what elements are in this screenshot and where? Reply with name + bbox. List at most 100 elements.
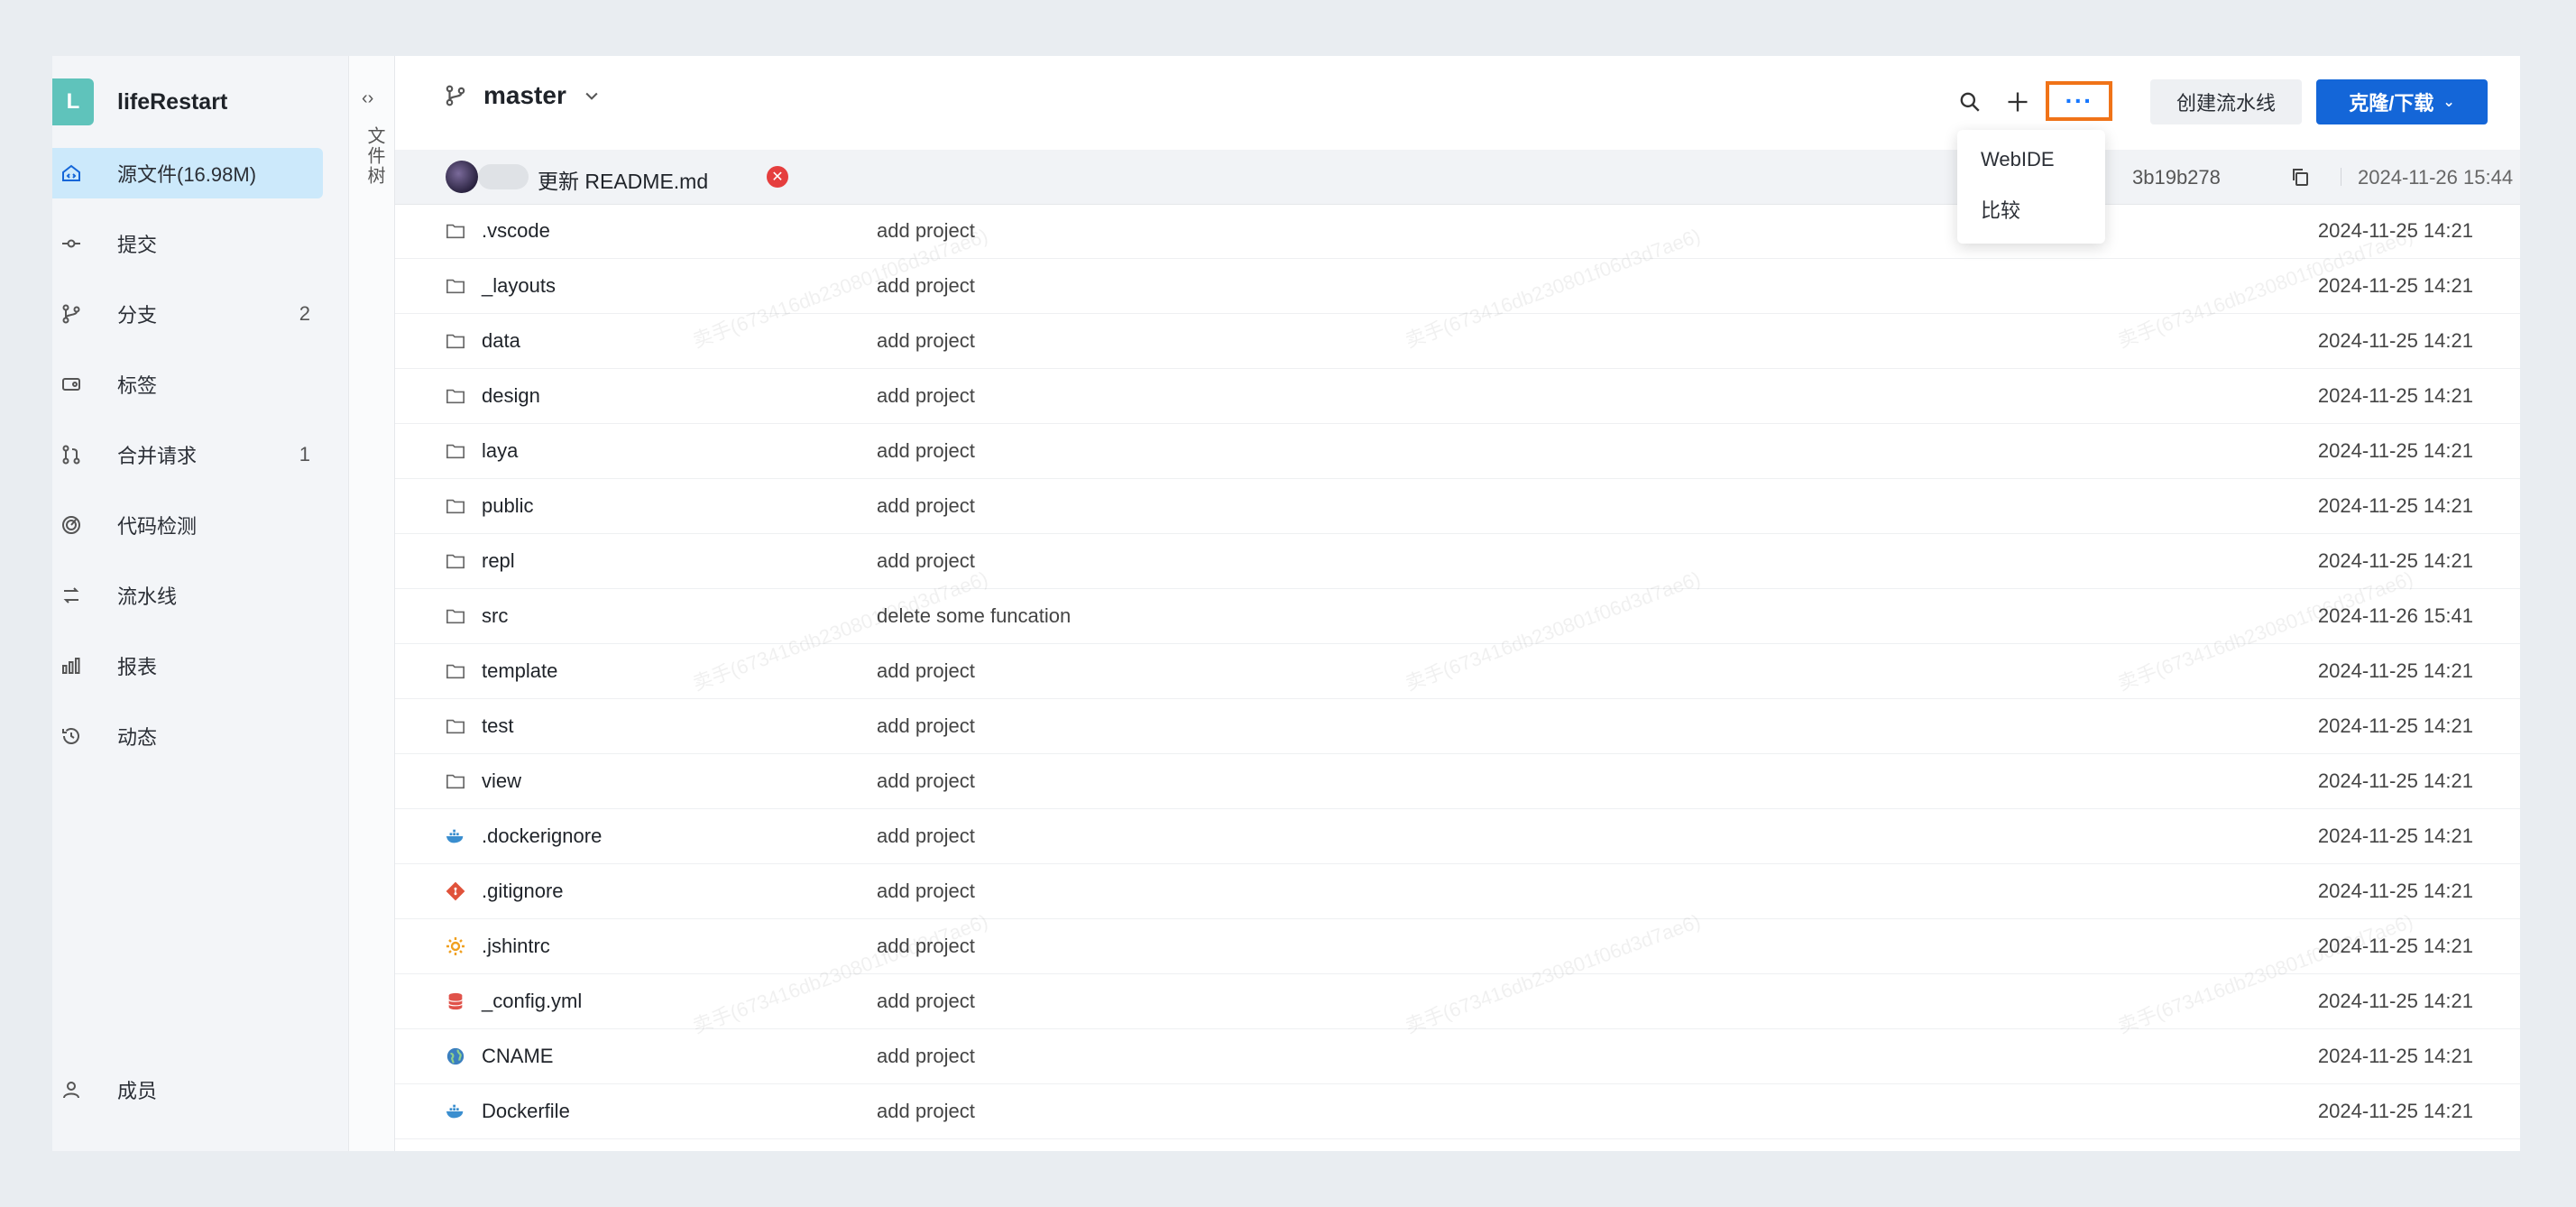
- file-name[interactable]: CNAME: [482, 1045, 553, 1068]
- file-name[interactable]: src: [482, 604, 508, 628]
- commit-message[interactable]: add project: [877, 1045, 975, 1068]
- commit-hash[interactable]: 3b19b278: [2132, 166, 2221, 189]
- file-name[interactable]: _layouts: [482, 274, 556, 298]
- table-row[interactable]: src delete some funcation 2024-11-26 15:41: [395, 589, 2520, 644]
- sidebar-item-label: 成员: [117, 1080, 158, 1102]
- sidebar-item-activity[interactable]: 动态: [52, 711, 323, 761]
- commit-message[interactable]: add project: [877, 274, 975, 298]
- member-icon: [60, 1078, 83, 1101]
- file-name[interactable]: data: [482, 329, 520, 353]
- menu-item-compare[interactable]: 比较: [1981, 195, 2020, 224]
- sidebar-item-source[interactable]: 源文件(16.98M): [52, 148, 323, 198]
- commit-message[interactable]: add project: [877, 769, 975, 793]
- file-name[interactable]: design: [482, 384, 540, 408]
- table-row[interactable]: repl add project 2024-11-25 14:21: [395, 534, 2520, 589]
- commit-message[interactable]: add project: [877, 990, 975, 1013]
- commit-message[interactable]: add project: [877, 880, 975, 903]
- clone-download-button[interactable]: 克隆/下载 ⌄: [2316, 79, 2488, 124]
- sidebar-item-merge-requests[interactable]: 合并请求 1: [52, 429, 323, 480]
- commit-message[interactable]: add project: [877, 1100, 975, 1123]
- file-name[interactable]: template: [482, 659, 557, 683]
- table-row[interactable]: data add project 2024-11-25 14:21: [395, 314, 2520, 369]
- file-name[interactable]: .vscode: [482, 219, 550, 243]
- file-name[interactable]: test: [482, 714, 513, 738]
- commit-message[interactable]: add project: [877, 935, 975, 958]
- commit-message[interactable]: add project: [877, 439, 975, 463]
- commit-message[interactable]: add project: [877, 219, 975, 243]
- commit-message[interactable]: add project: [877, 329, 975, 353]
- menu-item-webide[interactable]: WebIDE: [1981, 148, 2055, 171]
- folder-icon: [444, 550, 467, 572]
- file-name[interactable]: repl: [482, 549, 515, 573]
- search-icon[interactable]: [1956, 88, 1983, 115]
- branch-selector[interactable]: master: [444, 81, 601, 110]
- file-name[interactable]: .jshintrc: [482, 935, 550, 958]
- commit-time: 2024-11-25 14:21: [2317, 935, 2473, 957]
- file-name[interactable]: _config.yml: [482, 990, 582, 1013]
- folder-icon: [444, 220, 467, 242]
- add-icon[interactable]: [2004, 88, 2031, 115]
- commit-message[interactable]: add project: [877, 714, 975, 738]
- commit-message[interactable]: add project: [877, 494, 975, 518]
- file-name[interactable]: Dockerfile: [482, 1100, 570, 1123]
- table-row[interactable]: design add project 2024-11-25 14:21: [395, 369, 2520, 424]
- table-row[interactable]: template add project 2024-11-25 14:21: [395, 644, 2520, 699]
- file-list: .vscode add project 2024-11-25 14:21 _layou…: [395, 204, 2520, 1151]
- commit-time: 2024-11-25 14:21: [2317, 659, 2473, 682]
- pipeline-failed-icon[interactable]: ✕: [767, 166, 788, 188]
- chevron-down-icon: [585, 92, 598, 100]
- sidebar-item-tags[interactable]: 标签: [52, 359, 323, 410]
- sidebar-item-label: 标签: [117, 374, 158, 397]
- commit-message[interactable]: delete some funcation: [877, 604, 1071, 628]
- repo-name: lifeRestart: [117, 88, 228, 115]
- table-row[interactable]: .dockerignore add project 2024-11-25 14:21: [395, 809, 2520, 864]
- commit-message[interactable]: add project: [877, 549, 975, 573]
- commit-message[interactable]: add project: [877, 659, 975, 683]
- table-row[interactable]: Dockerfile add project 2024-11-25 14:21: [395, 1084, 2520, 1139]
- table-row[interactable]: _layouts add project 2024-11-25 14:21: [395, 259, 2520, 314]
- commit-message[interactable]: add project: [877, 384, 975, 408]
- file-name[interactable]: laya: [482, 439, 518, 463]
- sidebar-item-label: 分支: [117, 304, 158, 327]
- sidebar-item-commits[interactable]: 提交: [52, 218, 323, 269]
- create-pipeline-button[interactable]: 创建流水线: [2150, 79, 2302, 124]
- history-icon: [60, 724, 83, 748]
- repo-header[interactable]: L lifeRestart: [52, 78, 227, 125]
- commit-time: 2024-11-25 14:21: [2317, 549, 2473, 572]
- table-row[interactable]: laya add project 2024-11-25 14:21: [395, 424, 2520, 479]
- sidebar-item-code-scan[interactable]: 代码检测: [52, 500, 323, 550]
- docker-icon: [444, 825, 467, 847]
- table-row[interactable]: favicon.icoadd project2024-11-25 14:21: [395, 1139, 2520, 1151]
- table-row[interactable]: test add project 2024-11-25 14:21: [395, 699, 2520, 754]
- commit-message[interactable]: add project: [877, 825, 975, 848]
- table-row[interactable]: _config.yml add project 2024-11-25 14:21: [395, 974, 2520, 1029]
- sidebar-item-members[interactable]: 成员: [52, 1064, 323, 1115]
- sidebar-item-label: 流水线: [117, 585, 178, 608]
- table-row[interactable]: .gitignore add project 2024-11-25 14:21: [395, 864, 2520, 919]
- expand-collapse-icon[interactable]: ‹›: [362, 88, 373, 109]
- pipeline-icon: [60, 584, 83, 607]
- sidebar-item-reports[interactable]: 报表: [52, 640, 323, 691]
- table-row[interactable]: view add project 2024-11-25 14:21: [395, 754, 2520, 809]
- commit-time: 2024-11-25 14:21: [2317, 494, 2473, 517]
- file-name[interactable]: view: [482, 769, 521, 793]
- table-row[interactable]: .jshintrc add project 2024-11-25 14:21: [395, 919, 2520, 974]
- file-name[interactable]: public: [482, 494, 533, 518]
- file-name[interactable]: .dockerignore: [482, 825, 602, 848]
- file-tree-label[interactable]: 文件树: [362, 126, 388, 186]
- sidebar-item-pipelines[interactable]: 流水线: [52, 570, 323, 621]
- table-row[interactable]: .vscode add project 2024-11-25 14:21: [395, 204, 2520, 259]
- commit-time: 2024-11-25 14:21: [2317, 880, 2473, 902]
- file-name[interactable]: .gitignore: [482, 880, 564, 903]
- table-row[interactable]: CNAME add project 2024-11-25 14:21: [395, 1029, 2520, 1084]
- folder-icon: [444, 770, 467, 792]
- table-row[interactable]: public add project 2024-11-25 14:21: [395, 479, 2520, 534]
- branch-count: 2: [299, 302, 310, 325]
- more-button[interactable]: ···: [2046, 81, 2112, 121]
- folder-icon: [444, 660, 467, 682]
- sidebar-item-branches[interactable]: 分支 2: [52, 289, 323, 339]
- avatar[interactable]: [446, 161, 478, 193]
- commit-message[interactable]: 更新 README.md: [538, 164, 708, 195]
- branch-icon: [60, 302, 83, 326]
- copy-icon[interactable]: [2289, 166, 2311, 188]
